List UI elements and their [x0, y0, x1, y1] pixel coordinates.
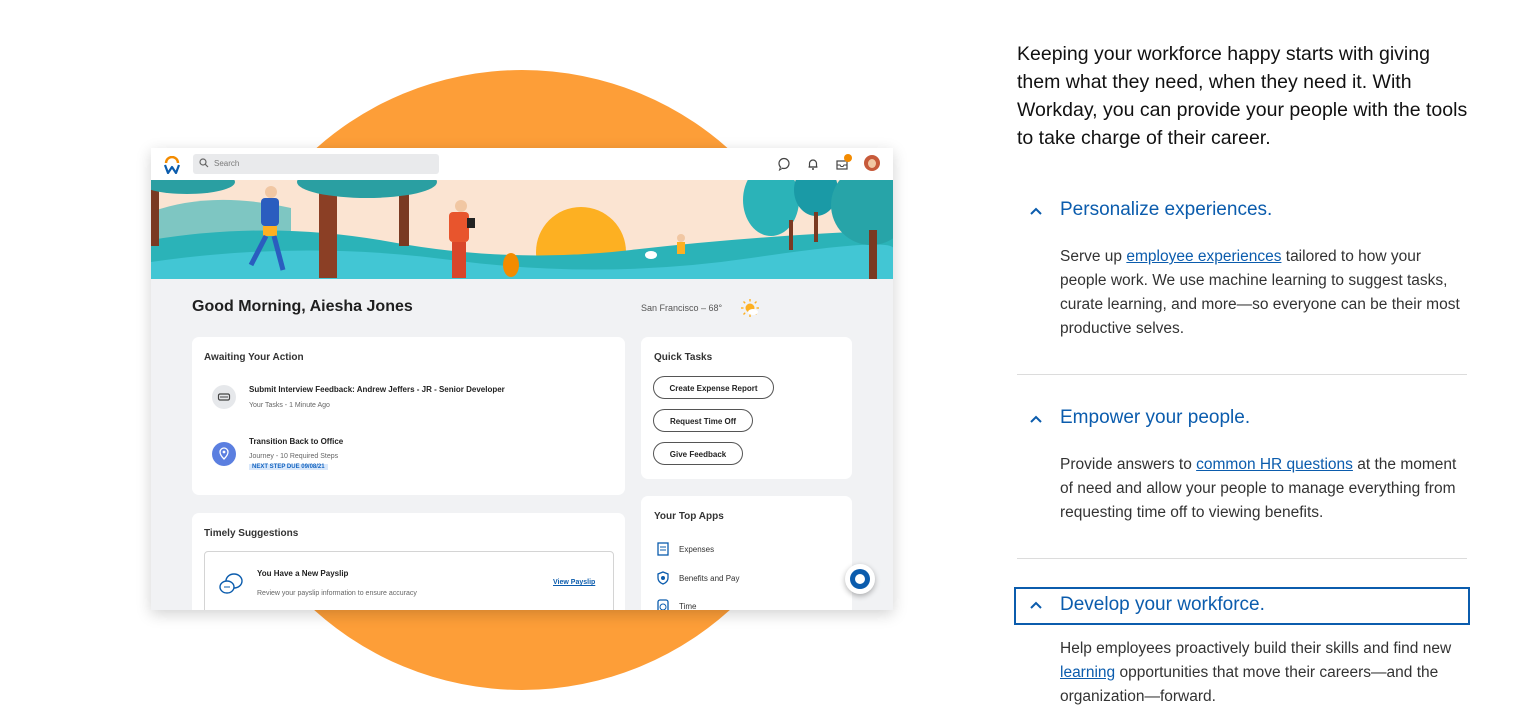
- body-text: Help employees proactively build their s…: [1060, 640, 1452, 657]
- chat-icon[interactable]: [777, 157, 791, 171]
- bell-icon[interactable]: [806, 157, 820, 171]
- create-expense-report-button[interactable]: Create Expense Report: [653, 376, 774, 399]
- common-hr-questions-link[interactable]: common HR questions: [1196, 456, 1353, 473]
- intro-paragraph: Keeping your workforce happy starts with…: [1017, 43, 1468, 149]
- timely-suggestions-title: Timely Suggestions: [204, 528, 299, 539]
- give-feedback-button[interactable]: Give Feedback: [653, 442, 743, 465]
- accordion-title: Personalize experiences.: [1060, 199, 1273, 220]
- awaiting-action-card: Awaiting Your Action Submit Interview Fe…: [192, 337, 625, 495]
- task-title[interactable]: Transition Back to Office: [249, 437, 343, 446]
- chevron-up-icon: [1030, 207, 1042, 215]
- view-payslip-link[interactable]: View Payslip: [553, 579, 595, 586]
- sun-icon: [741, 299, 759, 317]
- learning-link[interactable]: learning: [1060, 664, 1115, 681]
- request-time-off-button[interactable]: Request Time Off: [653, 409, 753, 432]
- payslip-title: You Have a New Payslip: [257, 569, 349, 578]
- accordion-header-empower[interactable]: Empower your people.: [1017, 403, 1467, 435]
- greeting-heading: Good Morning, Aiesha Jones: [192, 298, 413, 315]
- receipt-icon: [657, 542, 669, 556]
- accordion-title: Empower your people.: [1060, 407, 1251, 428]
- top-apps-title: Your Top Apps: [654, 511, 724, 522]
- timely-suggestions-card: Timely Suggestions You Have a New Paysli…: [192, 513, 625, 610]
- search-input[interactable]: Search: [193, 154, 439, 174]
- mockup-top-bar: Search: [151, 148, 893, 180]
- coins-icon: [219, 573, 243, 594]
- accordion-header-personalize[interactable]: Personalize experiences.: [1017, 195, 1467, 227]
- accordion-title: Develop your workforce.: [1060, 594, 1265, 615]
- top-apps-card: Your Top Apps Expenses Benefits and Pay …: [641, 496, 852, 610]
- payslip-subtitle: Review your payslip information to ensur…: [257, 590, 417, 597]
- banner-illustration: [151, 180, 893, 279]
- accordion-body-empower: Provide answers to common HR questions a…: [1060, 453, 1465, 525]
- accordion-body-personalize: Serve up employee experiences tailored t…: [1060, 245, 1465, 341]
- accordion-body-develop: Help employees proactively build their s…: [1060, 637, 1465, 709]
- divider: [1017, 558, 1467, 559]
- clock-icon: [657, 599, 669, 610]
- chevron-up-icon: [1030, 601, 1042, 609]
- body-text: Provide answers to: [1060, 456, 1197, 473]
- assistant-fab-button[interactable]: [845, 564, 875, 594]
- search-icon: [199, 158, 209, 168]
- accordion-header-develop[interactable]: Develop your workforce.: [1014, 587, 1470, 625]
- task-subtitle: Your Tasks - 1 Minute Ago: [249, 402, 330, 409]
- task-subtitle: Journey - 10 Required Steps: [249, 453, 339, 460]
- payslip-suggestion: You Have a New Payslip Review your paysl…: [204, 551, 614, 610]
- weather-text: San Francisco – 68°: [641, 303, 723, 313]
- workday-home-mockup: Search Good Morning, Aiesha Jones San Fr…: [151, 148, 893, 610]
- shield-icon: [657, 571, 669, 585]
- employee-experiences-link[interactable]: employee experiences: [1126, 248, 1281, 265]
- body-text: opportunities that move their careers—an…: [1060, 664, 1439, 705]
- divider: [1017, 374, 1467, 375]
- location-pin-icon: [212, 442, 236, 466]
- workday-logo: [163, 156, 181, 174]
- avatar[interactable]: [864, 155, 880, 171]
- search-placeholder: Search: [214, 159, 240, 168]
- notification-badge: [844, 154, 852, 162]
- app-benefits-and-pay[interactable]: Benefits and Pay: [679, 574, 739, 583]
- body-text: Serve up: [1060, 248, 1127, 265]
- awaiting-action-title: Awaiting Your Action: [204, 352, 304, 363]
- app-time[interactable]: Time: [679, 602, 696, 610]
- car-icon: [212, 385, 236, 409]
- quick-tasks-card: Quick Tasks Create Expense Report Reques…: [641, 337, 852, 479]
- task-title[interactable]: Submit Interview Feedback: Andrew Jeffer…: [249, 385, 505, 394]
- quick-tasks-title: Quick Tasks: [654, 352, 713, 363]
- chevron-up-icon: [1030, 415, 1042, 423]
- app-expenses[interactable]: Expenses: [679, 545, 714, 554]
- due-badge: NEXT STEP DUE 09/08/21: [249, 464, 328, 470]
